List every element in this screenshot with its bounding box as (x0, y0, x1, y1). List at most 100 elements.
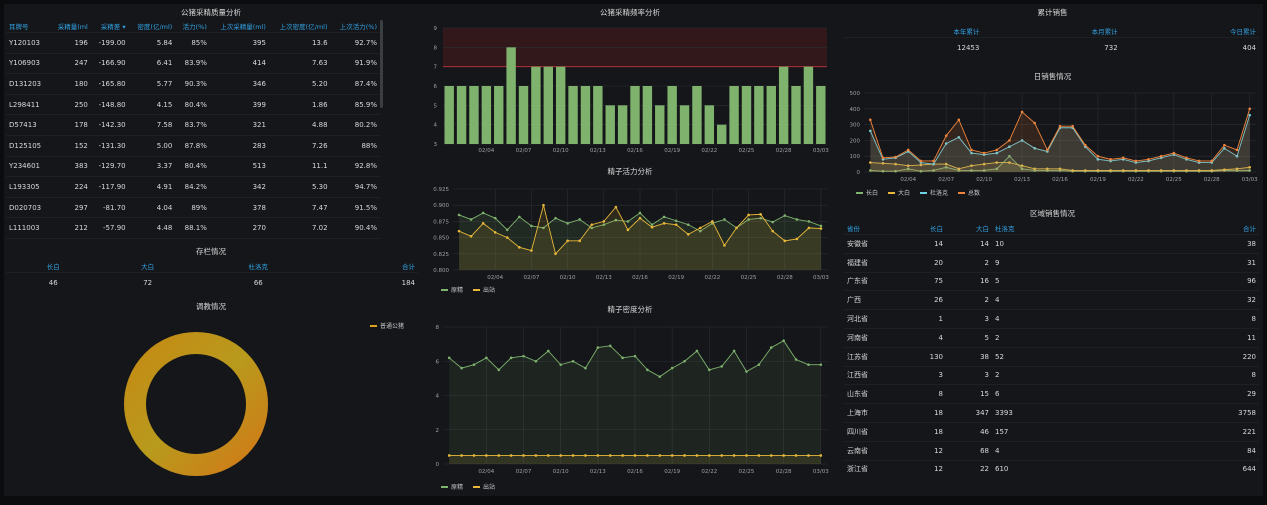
region-cell: 38 (1038, 234, 1259, 254)
data-point-出站 (571, 454, 575, 457)
data-point-原精 (584, 366, 587, 370)
quality-cell: L111003 (6, 217, 50, 239)
data-point-原精 (493, 216, 497, 220)
region-cell: 29 (1038, 384, 1259, 404)
sales-col-header[interactable]: 本年累计 (844, 24, 982, 38)
quality-col-header[interactable]: 密度(亿/ml) (129, 19, 176, 33)
stock-col-header[interactable]: 合计 (322, 259, 418, 273)
region-cell: 2 (946, 252, 992, 273)
legend-item-原精[interactable]: 原精 (441, 285, 463, 294)
quality-cell: 378 (209, 196, 269, 218)
bar-02/01 (444, 86, 454, 144)
legend-item-杜洛克[interactable]: 杜洛克 (920, 188, 948, 197)
bar-02/21 (692, 86, 702, 144)
data-point-出站 (497, 454, 501, 457)
quality-cell: 88.1% (175, 217, 210, 239)
stock-col-header[interactable]: 长白 (6, 259, 100, 273)
region-col-header[interactable]: 杜洛克 (992, 221, 1038, 235)
quality-cell: 5.30 (268, 176, 331, 198)
table-row: Y51905208-42.905.8988.4%2515.1990.2% (6, 237, 380, 240)
stock-cell: 66 (194, 271, 322, 293)
sales-col-header[interactable]: 本月累计 (982, 24, 1120, 38)
legend-item-原精[interactable]: 原精 (441, 482, 463, 491)
bar-02/18 (655, 105, 665, 144)
bar-02/27 (766, 86, 776, 144)
data-point-原精 (546, 349, 550, 353)
data-point-原精 (497, 368, 501, 372)
y-tick-label: 4 (436, 394, 440, 400)
quality-cell: 85% (175, 32, 210, 54)
quality-cell: 7.02 (268, 217, 331, 239)
legend-item-大白[interactable]: 大白 (888, 188, 910, 197)
data-point-原精 (795, 218, 799, 221)
quality-cell: 90.4% (330, 217, 380, 239)
region-cell: 221 (1038, 421, 1259, 442)
data-point-出站 (819, 227, 823, 230)
region-cell: 32 (1038, 290, 1259, 310)
legend-item-总数[interactable]: 总数 (958, 188, 980, 197)
bar-02/03 (469, 86, 479, 144)
quality-cell: 321 (209, 114, 269, 136)
region-cell: 12 (900, 440, 946, 461)
x-tick-label: 02/28 (776, 148, 792, 154)
data-point-出站 (505, 236, 509, 239)
table-row: 广西 26 2 4 32 (844, 290, 1259, 310)
region-col-header[interactable]: 省份 (844, 221, 900, 235)
legend-item-出站[interactable]: 出站 (473, 285, 495, 294)
quality-scrollbar[interactable] (380, 20, 383, 108)
series-area-原精 (449, 340, 821, 464)
bar-02/19 (667, 86, 677, 144)
quality-col-header[interactable]: 采精量(ml (50, 19, 91, 33)
bar-02/24 (729, 86, 739, 144)
region-cell: 广西 (844, 290, 900, 310)
quality-cell: D57413 (6, 114, 50, 136)
region-cell: 18 (900, 421, 946, 442)
region-cell: 96 (1038, 271, 1259, 291)
quality-cell: 80.2% (330, 114, 380, 136)
stock-col-header[interactable]: 杜洛克 (195, 259, 322, 273)
quality-cell: 395 (209, 32, 269, 54)
sales-col-header[interactable]: 今日累计 (1121, 24, 1259, 38)
data-point-出站 (662, 222, 666, 225)
region-col-header[interactable]: 长白 (900, 221, 946, 235)
stock-col-header[interactable]: 大白 (100, 259, 194, 273)
quality-cell: 7.63 (268, 52, 331, 74)
data-point-总数 (1159, 154, 1163, 158)
region-cell: 6 (992, 384, 1038, 404)
quality-col-header[interactable]: 上次活力(%) (331, 19, 380, 33)
data-point-总数 (1235, 148, 1239, 152)
quality-cell: L193305 (6, 176, 50, 198)
region-cell: 江西省 (844, 365, 900, 385)
quality-col-header[interactable]: 上次采精量(ml) (210, 19, 269, 33)
table-row: D57413 178 -142.30 7.58 83.7% 321 4.88 80.2% (6, 114, 380, 136)
data-point-出站 (596, 454, 600, 457)
quality-cell: 208 (49, 237, 91, 240)
region-col-header[interactable]: 合计 (1038, 221, 1259, 235)
legend-label: 出站 (483, 287, 496, 294)
y-tick-label: 2 (436, 428, 440, 434)
data-point-原精 (783, 214, 787, 217)
x-tick-label: 02/22 (704, 275, 720, 281)
daily-chart: 0 100 200 300 400 500 02/04 02/07 02/10 02/13 02/1… (850, 91, 1259, 183)
region-col-header[interactable]: 大白 (946, 221, 992, 235)
quality-cell: 4.48 (128, 217, 176, 239)
sales-panel: 累计销售 本年累计 本月累计 今日累计 12453 732 404 (842, 4, 1263, 64)
activity-legend: 原精 出站 (441, 285, 495, 294)
data-point-出站 (584, 454, 587, 457)
legend-item-出站[interactable]: 出站 (473, 482, 495, 491)
density-legend: 原精 出站 (441, 482, 495, 491)
quality-col-header[interactable]: 活力(%) (175, 19, 210, 33)
quality-col-header[interactable]: 采精差 ▾ (91, 19, 129, 33)
quality-cell: 7.26 (268, 134, 331, 157)
legend-item-长白[interactable]: 长白 (856, 188, 878, 197)
quality-col-header[interactable]: 耳牌号 (6, 19, 50, 33)
legend-label: 长白 (866, 190, 879, 197)
quality-cell: 91.9% (330, 52, 380, 74)
quality-cell: 283 (209, 134, 269, 157)
quality-cell: -57.90 (90, 217, 129, 239)
x-tick-label: 02/04 (478, 148, 494, 154)
donut-slice-普通公猪[interactable] (124, 332, 268, 476)
bar-02/20 (679, 105, 690, 144)
table-row: 山东省 8 15 6 29 (844, 384, 1259, 404)
quality-col-header[interactable]: 上次密度(亿/ml) (269, 19, 331, 33)
